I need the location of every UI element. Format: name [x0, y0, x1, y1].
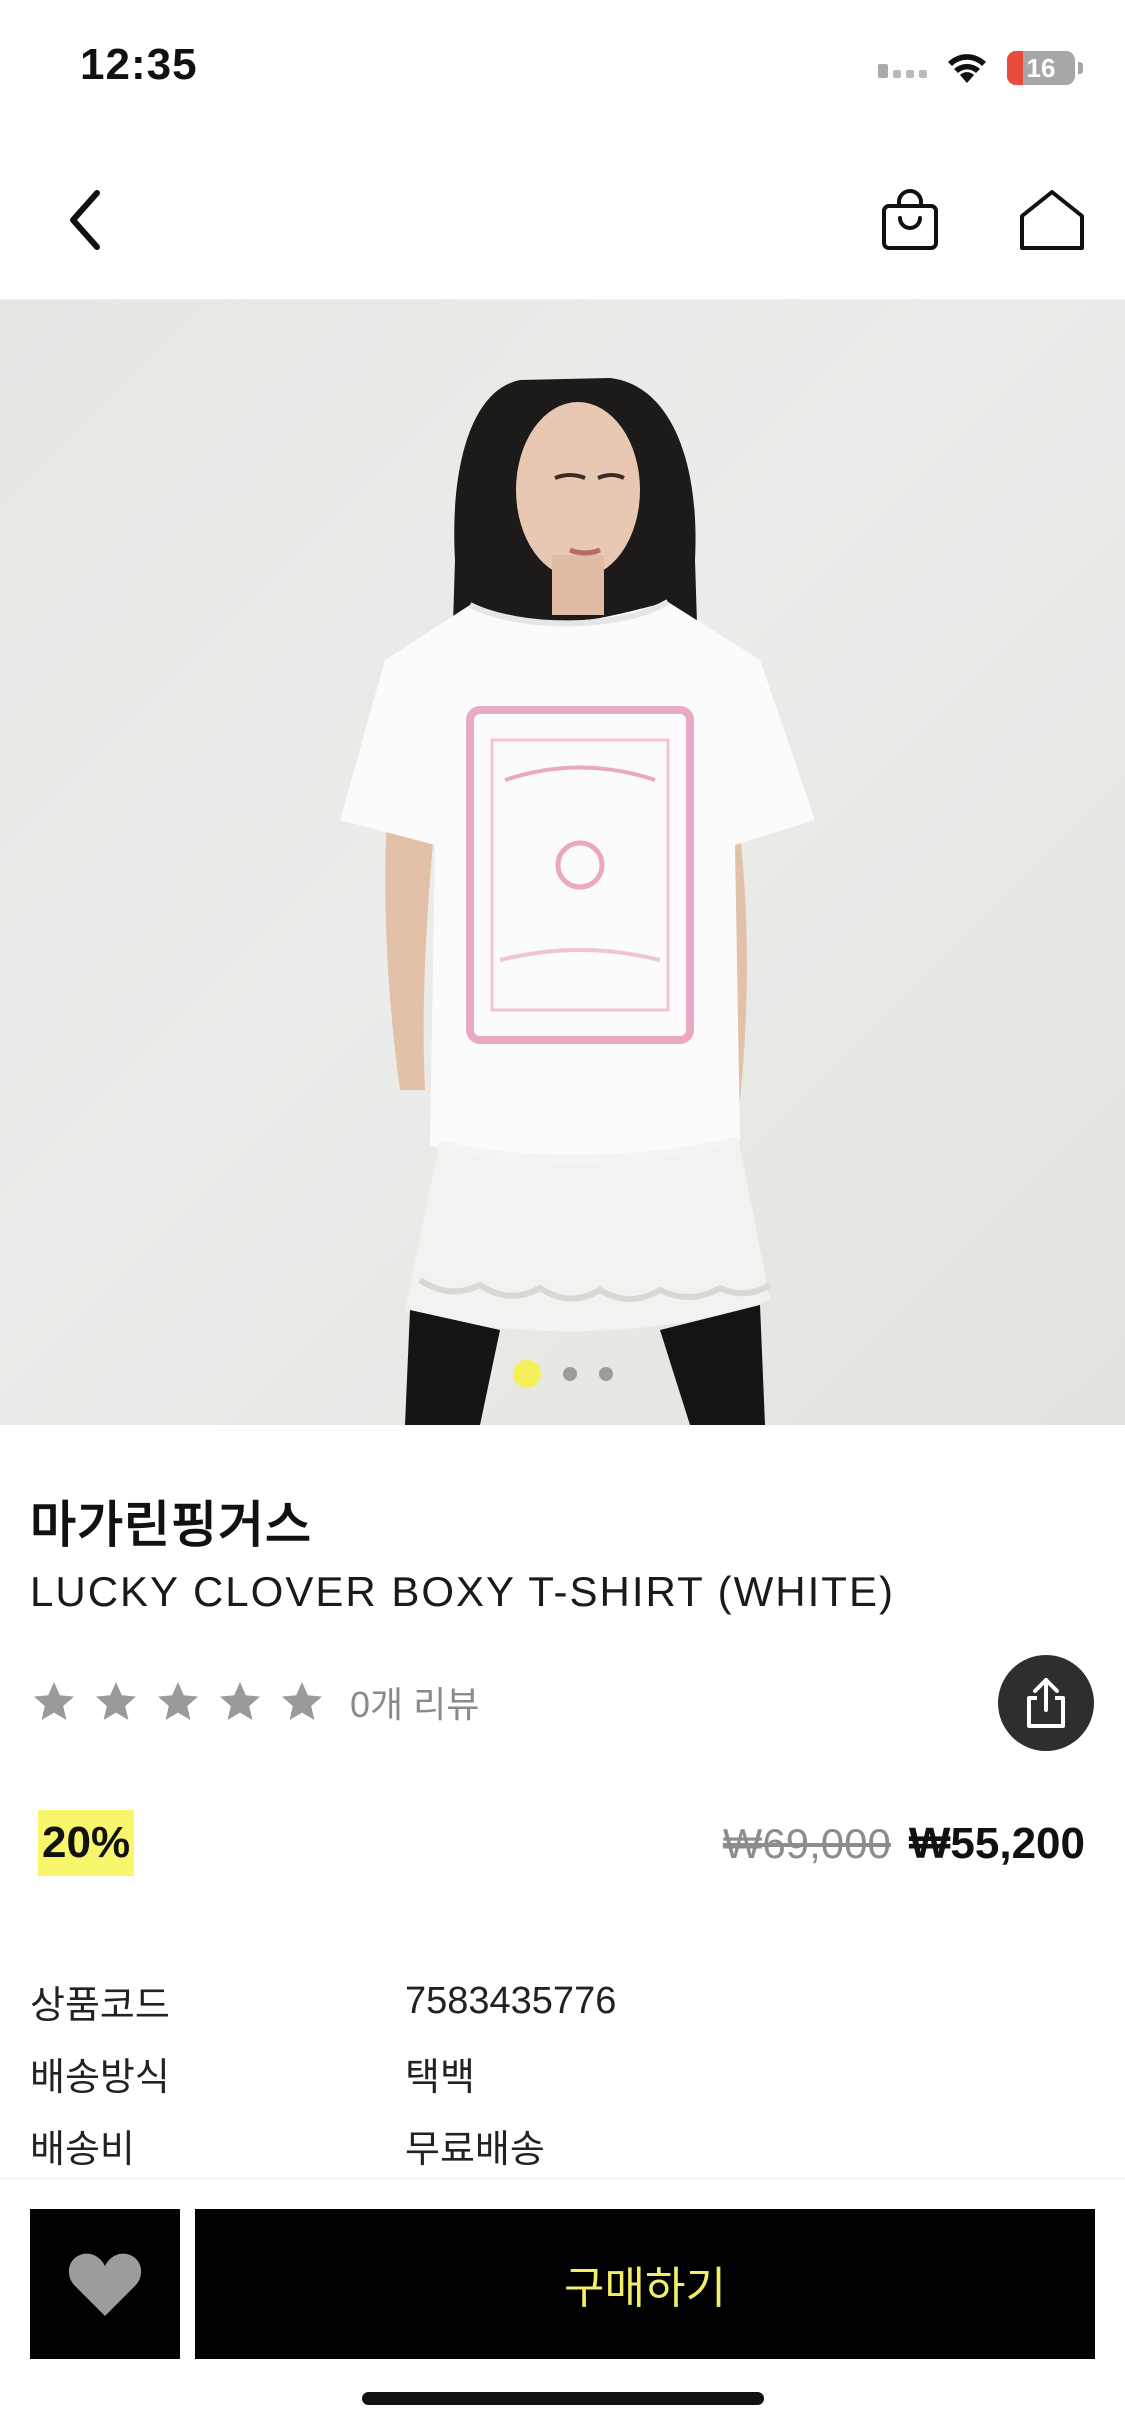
heart-icon	[68, 2253, 142, 2316]
carousel-dot-3[interactable]	[598, 1367, 613, 1381]
navigation-bar	[0, 150, 1125, 300]
carousel-dot-1[interactable]	[512, 1360, 541, 1388]
back-button[interactable]	[50, 180, 120, 260]
product-image-carousel[interactable]	[0, 300, 1125, 1425]
info-label: 배송방식	[30, 2056, 170, 2099]
rating-row[interactable]: 0개 리뷰	[30, 1672, 479, 1732]
product-info-table: 상품코드 7583435776 배송방식 택백 배송비 무료배송	[30, 1965, 1090, 2181]
carousel-dot-2[interactable]	[562, 1367, 577, 1381]
share-button[interactable]	[998, 1655, 1094, 1751]
status-time: 12:35	[80, 40, 198, 89]
product-title: LUCKY CLOVER BOXY T-SHIRT (WHITE)	[30, 1568, 895, 1615]
sale-price: ₩55,200	[908, 1819, 1085, 1868]
star-icon	[34, 1682, 74, 1720]
cart-button[interactable]	[870, 180, 950, 260]
original-price: ₩69,000	[722, 1820, 891, 1867]
star-icon	[158, 1682, 198, 1720]
home-indicator	[362, 2392, 764, 2405]
back-chevron-icon	[70, 190, 100, 250]
info-label: 배송비	[30, 2128, 135, 2171]
shopping-bag-icon	[882, 189, 938, 250]
discount-badge: 20%	[38, 1810, 135, 1876]
wifi-icon	[948, 54, 986, 83]
price: ₩69,000 ₩55,200	[723, 1812, 1085, 1876]
buy-button[interactable]: 구매하기	[195, 2209, 1095, 2359]
star-icon	[282, 1682, 322, 1720]
share-icon	[1027, 1678, 1065, 1728]
review-count[interactable]: 0개 리뷰	[350, 1676, 479, 1728]
status-icons: 16	[878, 48, 1083, 88]
status-bar: 12:35 16	[0, 0, 1125, 140]
info-row-shipping-fee: 배송비 무료배송	[30, 2109, 1090, 2181]
star-icon	[96, 1682, 136, 1720]
star-icon	[220, 1682, 260, 1720]
info-label: 상품코드	[30, 1984, 170, 2027]
home-icon	[1020, 190, 1084, 250]
home-button[interactable]	[1012, 180, 1092, 260]
carousel-pagination	[0, 1360, 1125, 1388]
wishlist-button[interactable]	[30, 2209, 180, 2359]
cellular-signal-icon	[878, 58, 927, 78]
info-row-product-code: 상품코드 7583435776	[30, 1965, 1090, 2037]
info-row-shipping-method: 배송방식 택백	[30, 2037, 1090, 2109]
product-photo	[340, 378, 815, 1425]
brand-name[interactable]: 마가린핑거스	[30, 1485, 312, 1557]
info-value: 택백	[405, 2056, 475, 2099]
battery-level: 16	[1026, 52, 1056, 83]
info-value: 7583435776	[405, 1979, 617, 2022]
battery-icon: 16	[1007, 51, 1083, 85]
info-value: 무료배송	[405, 2128, 545, 2171]
